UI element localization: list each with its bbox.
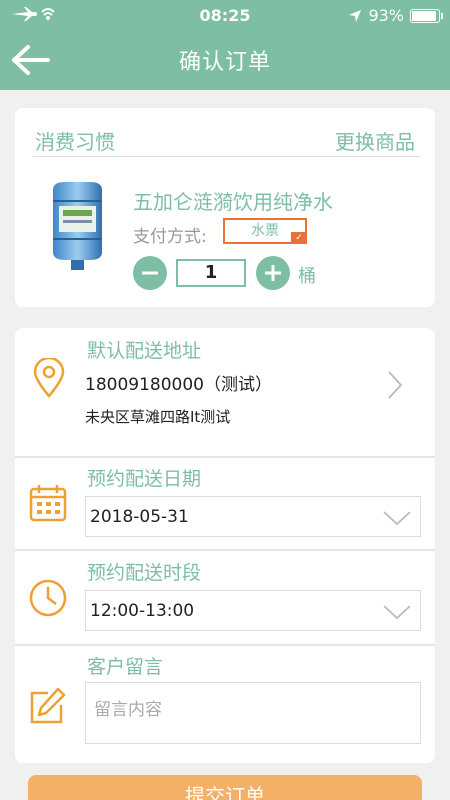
increase-quantity-button[interactable]	[256, 256, 290, 290]
title-divider	[33, 156, 420, 157]
chevron-down-icon	[383, 605, 411, 620]
message-placeholder: 留言内容	[94, 700, 162, 720]
water-bottle-image	[53, 182, 102, 270]
quantity-input[interactable]: 1	[176, 259, 246, 287]
address-detail: 未央区草滩四路It测试	[85, 408, 231, 426]
delivery-date-select[interactable]: 2018-05-31	[85, 496, 421, 537]
message-textarea[interactable]: 留言内容	[85, 682, 421, 744]
nav-header: 08:25 93% 确认订单	[0, 0, 450, 90]
submit-order-button[interactable]: 提交订单	[28, 775, 422, 800]
battery-icon	[410, 8, 443, 23]
customer-message-title: 客户留言	[87, 656, 164, 678]
location-pin-icon	[33, 358, 65, 398]
chevron-right-icon	[388, 371, 403, 399]
product-card: 消费习惯 更换商品 五加仑涟漪饮用纯净水 支付方式: 水票 ✓ 1 桶	[15, 108, 435, 307]
address-phone: 18009180000（测试）	[85, 375, 272, 395]
delivery-date-title: 预约配送日期	[87, 468, 202, 490]
page-title: 确认订单	[178, 50, 271, 75]
payment-method-value: 水票	[251, 223, 279, 239]
payment-method-label: 支付方式:	[133, 227, 207, 247]
divider	[15, 644, 435, 646]
clock-icon	[29, 579, 67, 617]
change-product-button[interactable]: 更换商品	[335, 126, 415, 155]
delivery-time-value: 12:00-13:00	[90, 601, 195, 621]
divider	[15, 549, 435, 551]
product-name: 五加仑涟漪饮用纯净水	[133, 190, 333, 214]
quantity-unit: 桶	[298, 266, 316, 287]
location-arrow-icon	[349, 9, 362, 22]
calendar-icon	[29, 485, 67, 522]
address-row[interactable]: 默认配送地址 18009180000（测试） 未央区草滩四路It测试	[15, 328, 435, 456]
payment-method-tag[interactable]: 水票 ✓	[223, 218, 307, 244]
battery-percent: 93%	[368, 6, 404, 25]
chevron-down-icon	[383, 511, 411, 526]
delivery-time-title: 预约配送时段	[87, 562, 202, 584]
check-icon: ✓	[291, 232, 307, 244]
address-title: 默认配送地址	[87, 340, 202, 362]
edit-icon	[30, 687, 66, 724]
plus-icon	[265, 265, 281, 281]
status-bar: 08:25 93%	[0, 0, 450, 32]
delivery-time-select[interactable]: 12:00-13:00	[85, 590, 421, 631]
consumption-habit-title: 消费习惯	[35, 130, 115, 154]
delivery-date-value: 2018-05-31	[90, 507, 189, 527]
status-right: 93%	[348, 6, 443, 25]
divider	[15, 456, 435, 458]
delivery-card: 默认配送地址 18009180000（测试） 未央区草滩四路It测试 预约配送日…	[15, 328, 435, 763]
minus-icon	[142, 271, 158, 275]
decrease-quantity-button[interactable]	[133, 256, 167, 290]
